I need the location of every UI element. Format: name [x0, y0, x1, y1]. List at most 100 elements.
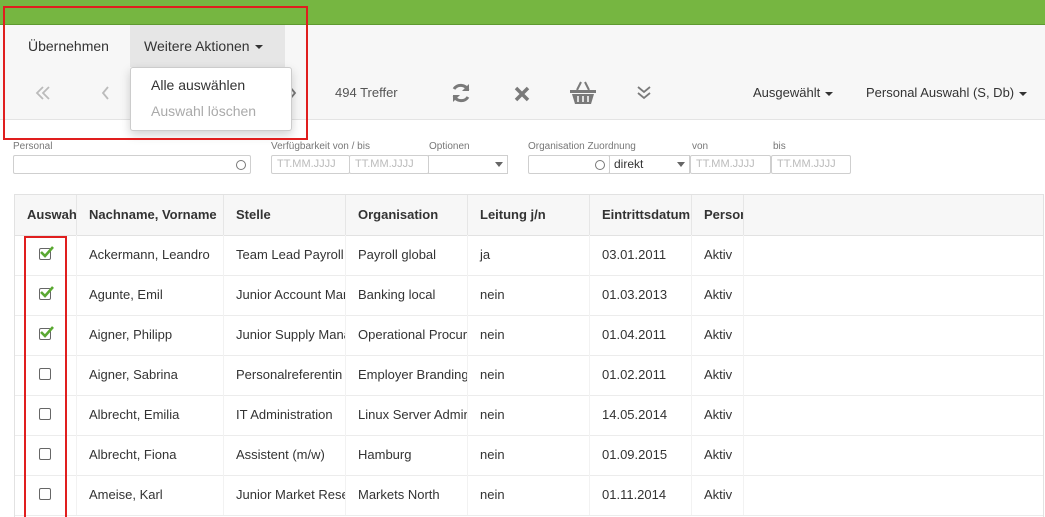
row-checkbox[interactable] [39, 326, 54, 340]
caret-down-icon [677, 162, 685, 167]
cell-name: Albrecht, Fiona [77, 435, 224, 475]
row-checkbox[interactable] [39, 448, 51, 460]
lookup-icon[interactable] [236, 160, 246, 170]
org-assignment-select[interactable]: direkt [609, 155, 690, 174]
table-row[interactable]: Ackermann, Leandro Team Lead Payroll Payro… [15, 235, 1043, 276]
cell-name: Aigner, Philipp [77, 315, 224, 355]
cell-status: Aktiv [692, 475, 744, 515]
cell-stelle: Team Lead Payroll [224, 235, 346, 275]
refresh-icon[interactable] [449, 81, 473, 105]
bis-input[interactable]: TT.MM.JJJJ [771, 155, 851, 174]
org-label: Organisation Zuordnung [528, 141, 636, 152]
table-row[interactable]: Albrecht, Emilia IT Administration Linux S… [15, 395, 1043, 436]
caret-down-icon [825, 91, 834, 96]
cell-eintritt: 01.09.2015 [590, 435, 692, 475]
lookup-icon[interactable] [595, 160, 605, 170]
org-assignment-value: direkt [614, 157, 644, 171]
cell-eintritt: 14.05.2014 [590, 395, 692, 435]
row-checkbox[interactable] [39, 286, 54, 300]
check-icon [40, 326, 54, 338]
availability-from-input[interactable]: TT.MM.JJJJ [271, 155, 350, 174]
clear-selection-menu-item: Auswahl löschen [151, 103, 257, 119]
table-row[interactable]: Aigner, PhilippJunior Supply ManagerOper… [15, 315, 1043, 356]
selection-cell [15, 355, 77, 395]
cell-org: Hamburg [346, 435, 468, 475]
availability-to-input[interactable]: TT.MM.JJJJ [349, 155, 429, 174]
expand-down-icon[interactable] [635, 83, 653, 103]
first-page-icon[interactable] [34, 84, 52, 102]
cell-name: Albrecht, Emilia [77, 395, 224, 435]
cell-stelle: IT Administration [224, 395, 346, 435]
cell-eintritt: 01.04.2011 [590, 315, 692, 355]
personal-label: Personal [13, 141, 53, 152]
basket-icon[interactable] [568, 79, 598, 107]
selection-cell [15, 435, 77, 475]
check-icon [40, 286, 54, 298]
header-personalstatus[interactable]: Personalstatus [692, 195, 744, 235]
cell-status: Aktiv [692, 275, 744, 315]
check-icon [40, 246, 54, 258]
personal-selection-dropdown[interactable]: Personal Auswahl (S, Db) [866, 67, 1028, 119]
personal-input[interactable] [13, 155, 251, 174]
weitere-aktionen-menu: Alle auswählen Auswahl löschen [130, 67, 292, 131]
cell-stelle: Junior Market Research [224, 475, 346, 515]
cell-eintritt: 01.11.2014 [590, 475, 692, 515]
header-leitung[interactable]: Leitung j/n [468, 195, 590, 235]
cell-name: Agunte, Emil [77, 275, 224, 315]
cell-status: Aktiv [692, 235, 744, 275]
cell-status: Aktiv [692, 315, 744, 355]
header-name[interactable]: Nachname, Vorname [77, 195, 224, 235]
weitere-aktionen-button[interactable]: Weitere Aktionen [130, 25, 285, 67]
availability-label: Verfügbarkeit von / bis [271, 141, 370, 152]
von-label: von [692, 141, 709, 152]
cell-leitung: nein [468, 435, 590, 475]
von-input[interactable]: TT.MM.JJJJ [690, 155, 771, 174]
row-checkbox[interactable] [39, 368, 51, 380]
selected-label: Ausgewählt [753, 85, 821, 100]
menu-bar: Übernehmen Weitere Aktionen [0, 25, 1045, 68]
table-row[interactable]: Ameise, KarlJunior Market ResearchMarket… [15, 475, 1043, 516]
caret-down-icon [254, 45, 263, 50]
cell-org: Payroll global [346, 235, 468, 275]
selection-cell [15, 475, 77, 515]
filter-bar: Personal Verfügbarkeit von / bis TT.MM.J… [0, 135, 1045, 180]
cell-leitung: nein [468, 355, 590, 395]
header-organisation[interactable]: Organisation [346, 195, 468, 235]
top-bar [0, 0, 1045, 25]
cell-org: Operational Procurement [346, 315, 468, 355]
cell-stelle: Personalreferentin [224, 355, 346, 395]
row-checkbox[interactable] [39, 488, 51, 500]
row-checkbox[interactable] [39, 246, 54, 260]
caret-down-icon [1019, 91, 1028, 96]
org-input[interactable] [528, 155, 610, 174]
header-eintrittsdatum[interactable]: Eintrittsdatum [590, 195, 692, 235]
cell-stelle: Junior Supply Manager [224, 315, 346, 355]
cell-name: Ackermann, Leandro [77, 235, 224, 275]
hit-count: 494 Treffer [335, 85, 398, 100]
select-all-menu-item[interactable]: Alle auswählen [151, 77, 245, 93]
bis-label: bis [773, 141, 786, 152]
cell-leitung: ja [468, 235, 590, 275]
selection-cell [15, 275, 77, 315]
prev-page-icon[interactable] [98, 84, 112, 102]
cell-org: Linux Server Administration [346, 395, 468, 435]
header-auswahl[interactable]: Auswahl [15, 195, 77, 235]
cell-name: Ameise, Karl [77, 475, 224, 515]
cell-leitung: nein [468, 475, 590, 515]
options-label: Optionen [429, 141, 470, 152]
close-icon[interactable] [512, 84, 532, 104]
table-row[interactable]: Agunte, EmilJunior Account ManagerBankin… [15, 275, 1043, 316]
cell-stelle: Assistent (m/w) [224, 435, 346, 475]
header-stelle[interactable]: Stelle [224, 195, 346, 235]
options-select[interactable] [428, 155, 508, 174]
uebernehmen-button[interactable]: Übernehmen [14, 25, 123, 67]
table-row[interactable]: Albrecht, Fiona Assistent (m/w) Hamburg nei… [15, 435, 1043, 476]
table-row[interactable]: Aigner, Sabrina Personalreferentin Employe… [15, 355, 1043, 396]
personal-selection-label: Personal Auswahl (S, Db) [866, 85, 1015, 100]
selected-dropdown[interactable]: Ausgewählt [753, 67, 834, 119]
cell-leitung: nein [468, 315, 590, 355]
selection-cell [15, 235, 77, 275]
cell-name: Aigner, Sabrina [77, 355, 224, 395]
row-checkbox[interactable] [39, 408, 51, 420]
table-header: Auswahl Nachname, Vorname Stelle Organis… [15, 195, 1043, 236]
